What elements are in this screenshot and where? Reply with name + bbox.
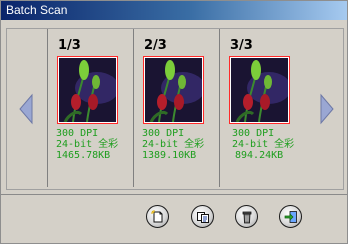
import-button[interactable] [279,205,302,228]
scan-file-size: 1465.78KB [56,150,111,161]
batch-scan-window: Batch Scan 1/3 300 DPI 24-bit 全彩 1465.78… [0,0,348,244]
trash-icon [242,211,252,224]
scan-thumbnail[interactable] [57,56,118,124]
previous-page-button[interactable] [18,93,34,125]
scan-resolution: 300 DPI [232,128,275,139]
scan-index-label: 1/3 [58,38,81,53]
thumbnail-strip: 1/3 300 DPI 24-bit 全彩 1465.78KB 2/3 300 … [6,28,344,190]
scan-thumbnail[interactable] [229,56,290,124]
tulip-image [59,58,116,122]
scan-card-2[interactable]: 2/3 300 DPI 24-bit 全彩 1389.10KB [133,29,218,187]
next-page-button[interactable] [319,93,335,125]
scan-info: 300 DPI 24-bit 全彩 [142,128,218,150]
scan-card-3[interactable]: 3/3 300 DPI 24-bit 全彩 894.24KB [219,29,304,187]
import-icon [284,211,297,223]
scan-color-mode: 24-bit 全彩 [232,139,295,150]
scan-info: 300 DPI 24-bit 全彩 [56,128,132,150]
toolbar-divider [1,194,347,195]
title-bar[interactable]: Batch Scan [1,1,347,20]
scan-index-label: 2/3 [144,38,167,53]
delete-button[interactable] [235,205,258,228]
scan-color-mode: 24-bit 全彩 [142,139,205,150]
scan-resolution: 300 DPI [142,128,185,139]
scan-file-size: 1389.10KB [142,150,197,161]
new-document-icon [151,210,163,223]
copy-button[interactable] [191,205,214,228]
scan-info: 300 DPI 24-bit 全彩 [232,128,308,150]
scan-index-label: 3/3 [230,38,253,53]
scan-card-1[interactable]: 1/3 300 DPI 24-bit 全彩 1465.78KB [47,29,132,187]
copy-icon [197,212,209,223]
scan-thumbnail[interactable] [143,56,204,124]
scan-color-mode: 24-bit 全彩 [56,139,119,150]
new-document-button[interactable] [146,205,169,228]
tulip-image [145,58,202,122]
scan-file-size: 894.24KB [235,150,284,161]
tulip-image [231,58,288,122]
scan-resolution: 300 DPI [56,128,99,139]
window-title: Batch Scan [6,3,68,17]
